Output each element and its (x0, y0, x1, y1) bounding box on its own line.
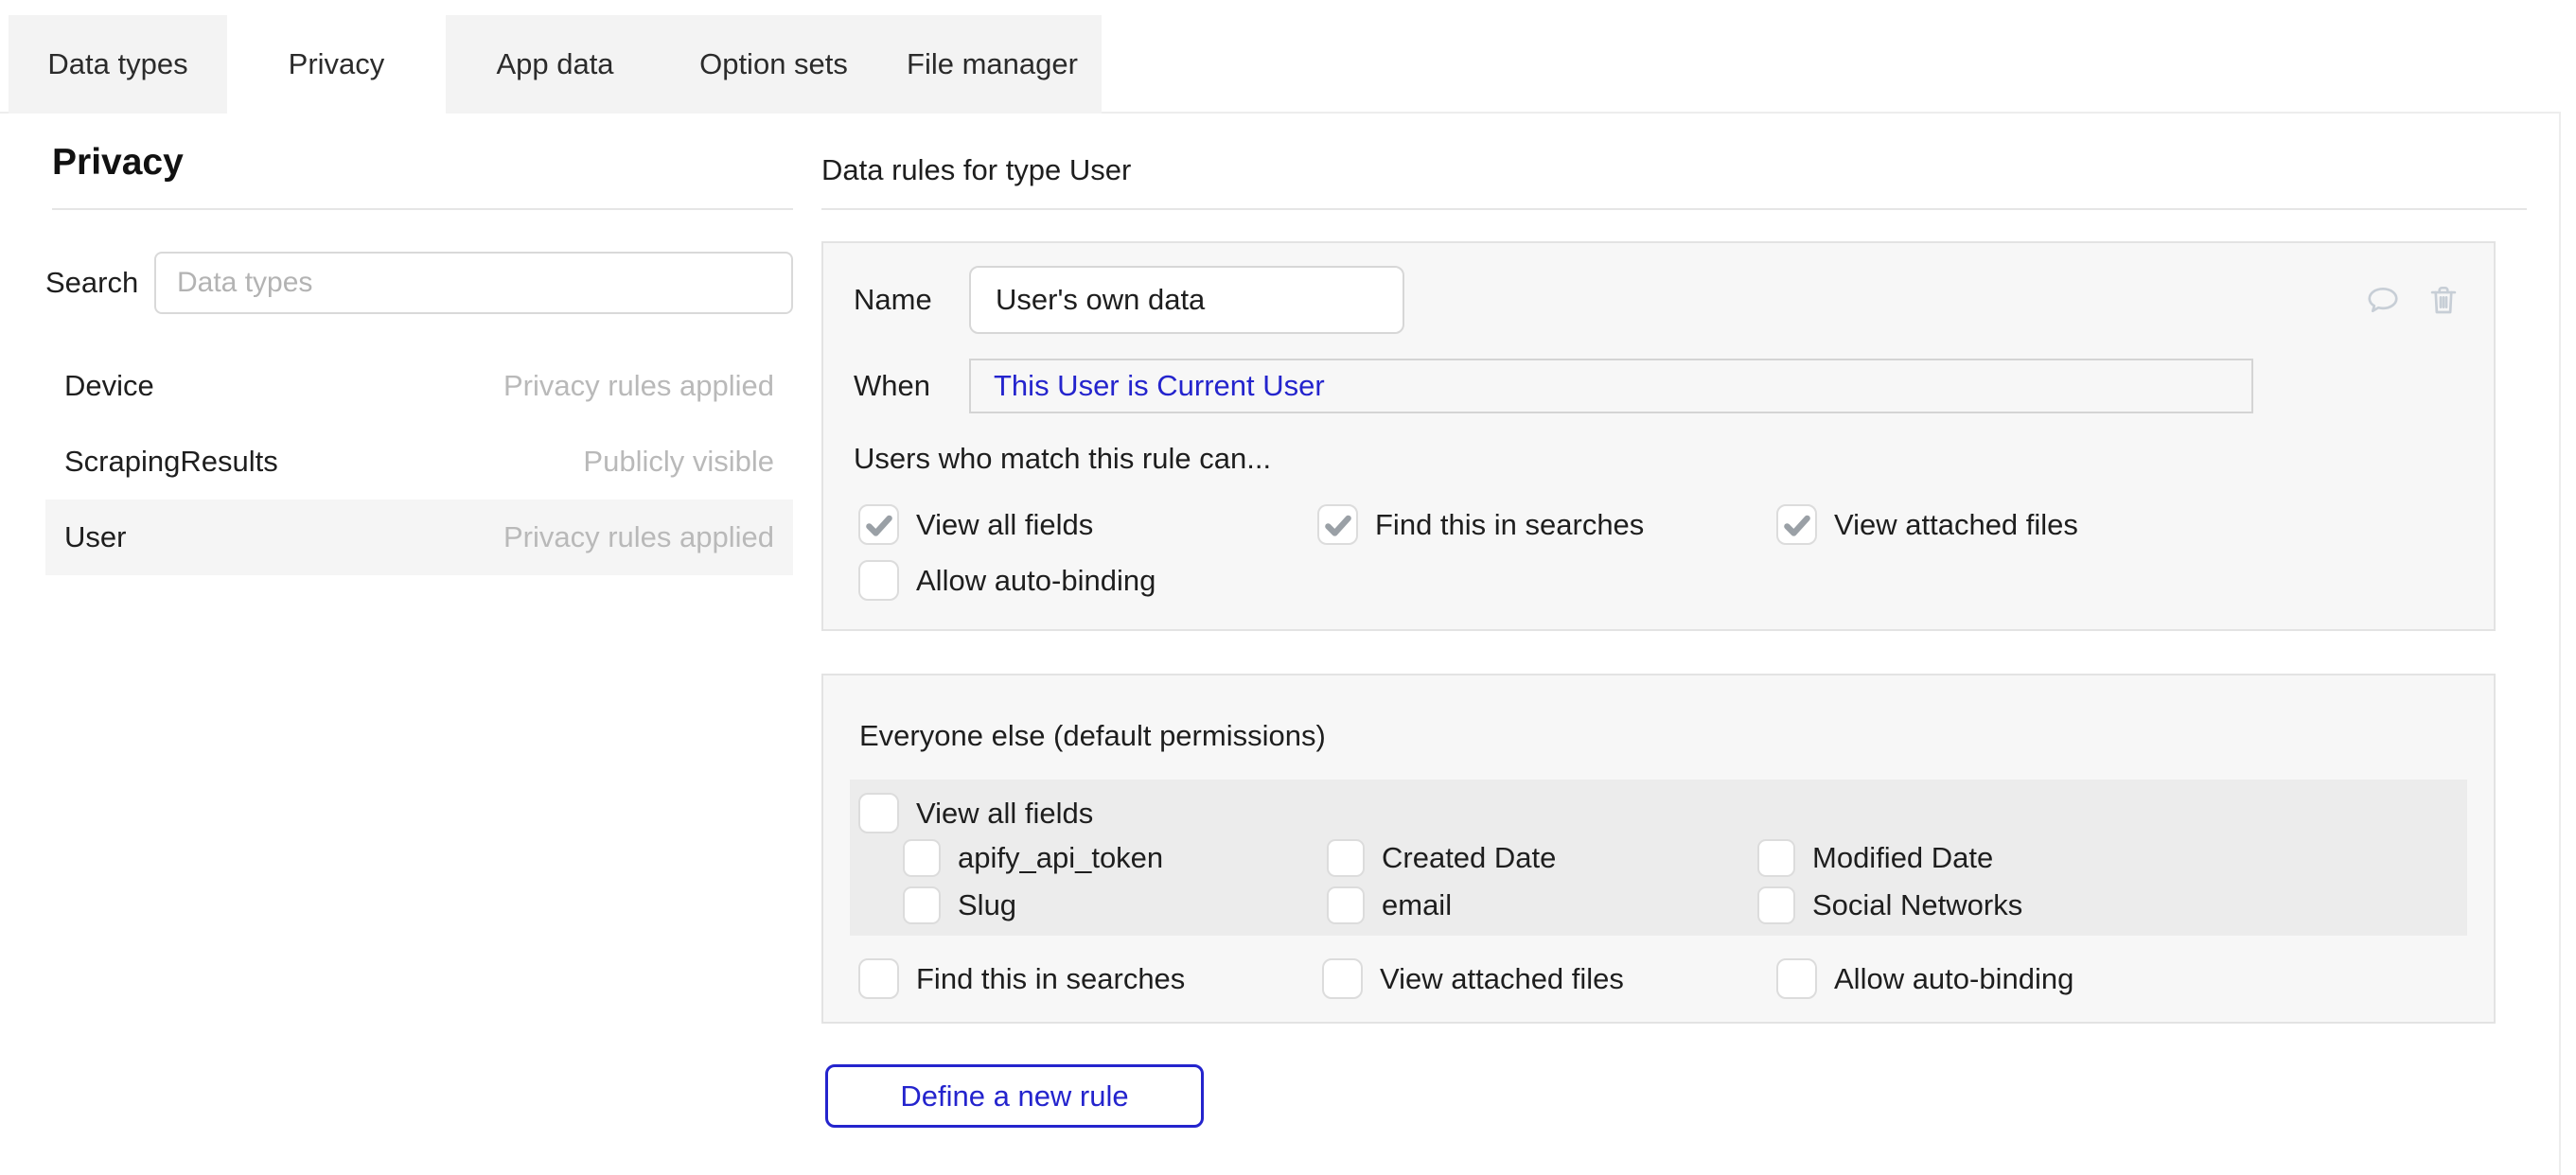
comment-icon[interactable] (2365, 282, 2401, 318)
data-type-name: Device (64, 369, 154, 403)
checkbox-label: email (1382, 888, 1452, 922)
permissions-heading: Users who match this rule can... (854, 442, 2461, 476)
checkbox-icon[interactable] (858, 793, 899, 833)
divider (821, 208, 2527, 210)
fields-box: View all fields apify_api_token Created … (850, 780, 2467, 936)
tab-bar: Data types Privacy App data Option sets … (9, 15, 1102, 114)
divider (52, 208, 793, 210)
name-row: Name (854, 266, 2461, 334)
checkbox-label: Created Date (1382, 841, 1556, 875)
default-permissions-grid: Find this in searches View attached file… (858, 958, 2467, 999)
list-item-device[interactable]: Device Privacy rules applied (45, 348, 793, 424)
checkbox-icon[interactable] (1317, 504, 1358, 545)
checkbox-field-created-date[interactable]: Created Date (1327, 839, 1757, 877)
tab-data-types[interactable]: Data types (9, 15, 227, 114)
tab-file-manager[interactable]: File manager (883, 15, 1102, 114)
define-new-rule-button[interactable]: Define a new rule (825, 1064, 1204, 1128)
checkbox-find-in-searches[interactable]: Find this in searches (1317, 504, 1776, 545)
checkbox-label: View all fields (916, 797, 1093, 831)
checkbox-icon[interactable] (1327, 886, 1365, 924)
checkbox-label: Allow auto-binding (1834, 962, 2073, 996)
checkbox-icon[interactable] (858, 504, 899, 545)
data-type-name: ScrapingResults (64, 445, 278, 479)
checkbox-view-all-fields-default[interactable]: View all fields (858, 793, 2467, 833)
checkbox-field-apify-api-token[interactable]: apify_api_token (903, 839, 1327, 877)
trash-icon[interactable] (2426, 282, 2461, 318)
checkbox-view-attached-files[interactable]: View attached files (1776, 504, 2461, 545)
checkbox-icon[interactable] (1776, 958, 1817, 999)
checkbox-label: Social Networks (1812, 888, 2022, 922)
privacy-sidebar: Privacy Search Device Privacy rules appl… (45, 114, 793, 575)
list-item-user[interactable]: User Privacy rules applied (45, 500, 793, 575)
checkbox-field-social-networks[interactable]: Social Networks (1757, 886, 2467, 924)
checkbox-label: Find this in searches (1375, 508, 1644, 542)
data-type-name: User (64, 520, 126, 554)
checkmark-icon (863, 509, 895, 541)
checkbox-label: Slug (958, 888, 1016, 922)
when-condition-box[interactable]: This User is Current User (969, 359, 2253, 413)
checkbox-label: View attached files (1380, 962, 1624, 996)
checkbox-icon[interactable] (858, 560, 899, 601)
tab-app-data[interactable]: App data (446, 15, 664, 114)
checkmark-icon (1781, 509, 1813, 541)
content-right-border (2559, 112, 2561, 1175)
checkbox-icon[interactable] (903, 886, 941, 924)
checkbox-label: View attached files (1834, 508, 2078, 542)
field-checkbox-grid: apify_api_token Created Date Modified Da… (903, 839, 2467, 924)
checkbox-icon[interactable] (1757, 886, 1795, 924)
data-type-status: Publicly visible (583, 445, 774, 479)
checkbox-label: View all fields (916, 508, 1093, 542)
rule-permissions-grid: View all fields Find this in searches Vi… (858, 504, 2461, 601)
data-rules-panel: Data rules for type User Name When This … (821, 114, 2496, 1128)
name-label: Name (854, 283, 969, 317)
data-type-status: Privacy rules applied (503, 369, 774, 403)
tab-privacy[interactable]: Privacy (227, 15, 446, 114)
checkbox-label: Find this in searches (916, 962, 1185, 996)
when-row: When This User is Current User (854, 359, 2461, 413)
list-item-scrapingresults[interactable]: ScrapingResults Publicly visible (45, 424, 793, 500)
checkmark-icon (1322, 509, 1354, 541)
rule-actions (2365, 282, 2461, 318)
checkbox-find-in-searches-default[interactable]: Find this in searches (858, 958, 1322, 999)
checkbox-icon[interactable] (903, 839, 941, 877)
checkbox-label: apify_api_token (958, 841, 1163, 875)
checkbox-icon[interactable] (1327, 839, 1365, 877)
checkbox-label: Modified Date (1812, 841, 1993, 875)
checkbox-icon[interactable] (1776, 504, 1817, 545)
data-type-list: Device Privacy rules applied ScrapingRes… (45, 348, 793, 575)
checkbox-view-all-fields[interactable]: View all fields (858, 504, 1317, 545)
checkbox-field-email[interactable]: email (1327, 886, 1757, 924)
data-type-status: Privacy rules applied (503, 520, 774, 554)
search-row: Search (45, 252, 793, 314)
checkbox-allow-auto-binding[interactable]: Allow auto-binding (858, 560, 1317, 601)
checkbox-field-slug[interactable]: Slug (903, 886, 1327, 924)
page-title: Privacy (52, 142, 793, 184)
search-input[interactable] (154, 252, 793, 314)
checkbox-view-attached-files-default[interactable]: View attached files (1322, 958, 1776, 999)
search-label: Search (45, 266, 154, 300)
when-label: When (854, 369, 969, 403)
when-condition-text[interactable]: This User is Current User (994, 369, 1325, 403)
rule-name-input[interactable] (969, 266, 1404, 334)
default-permissions-card: Everyone else (default permissions) View… (821, 674, 2496, 1024)
checkbox-label: Allow auto-binding (916, 564, 1156, 598)
checkbox-field-modified-date[interactable]: Modified Date (1757, 839, 2467, 877)
checkbox-allow-auto-binding-default[interactable]: Allow auto-binding (1776, 958, 2467, 999)
rule-card: Name When This User is Current User User… (821, 241, 2496, 631)
checkbox-icon[interactable] (1322, 958, 1363, 999)
panel-title: Data rules for type User (821, 153, 2496, 187)
checkbox-icon[interactable] (1757, 839, 1795, 877)
default-permissions-title: Everyone else (default permissions) (859, 719, 2467, 753)
tab-option-sets[interactable]: Option sets (664, 15, 883, 114)
checkbox-icon[interactable] (858, 958, 899, 999)
